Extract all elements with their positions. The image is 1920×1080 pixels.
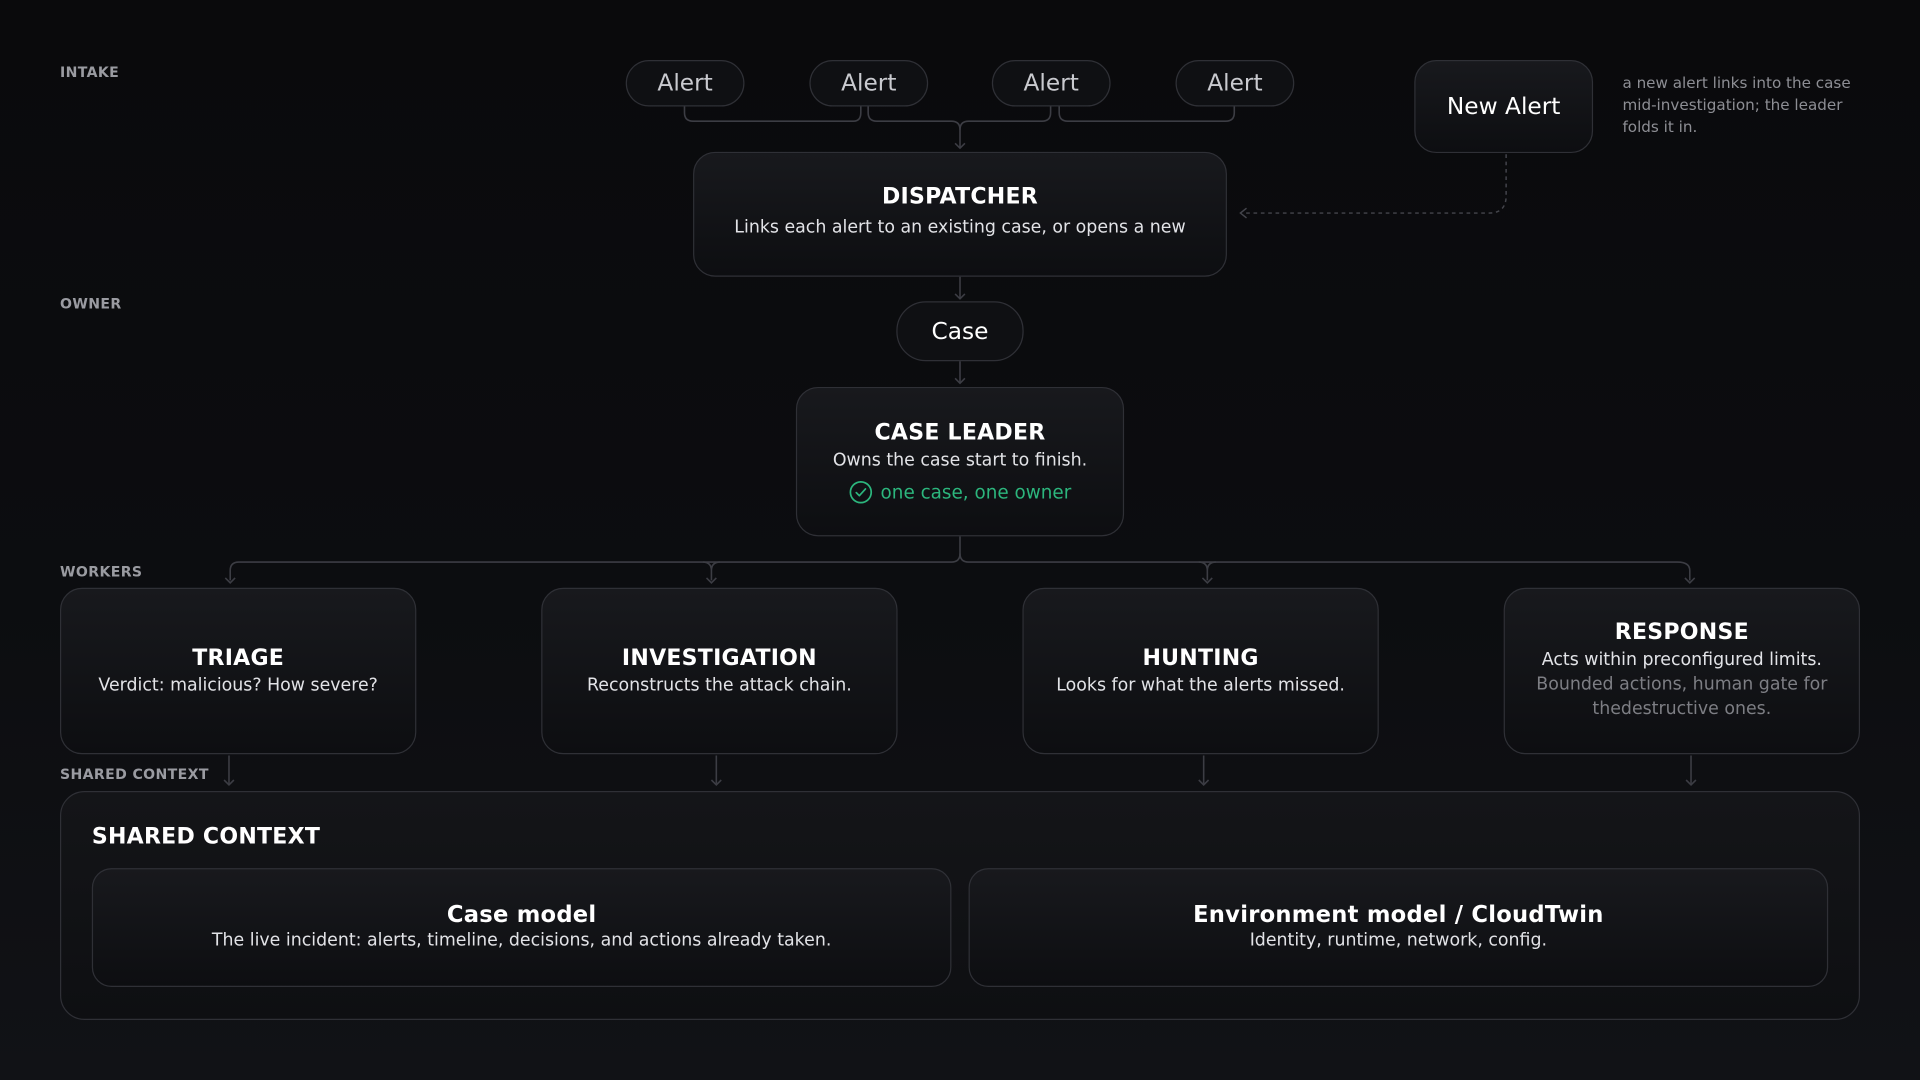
shared-context-title: SHARED CONTEXT — [91, 824, 321, 850]
investigation-desc: Reconstructs the attack chain. — [586, 675, 852, 696]
response-desc: Acts within preconfigured limits. — [1541, 650, 1822, 670]
section-label-shared-context: SHARED CONTEXT — [60, 765, 209, 783]
case-leader-box: CASE LEADER Owns the case start to finis… — [795, 386, 1125, 537]
alert-pill: Alert — [1175, 60, 1295, 107]
section-label-owner: OWNER — [60, 295, 122, 313]
case-pill: Case — [896, 301, 1024, 362]
worker-investigation-box: INVESTIGATION Reconstructs the attack ch… — [541, 587, 898, 755]
diagram-canvas: INTAKE OWNER WORKERS SHARED CONTEXT Aler… — [0, 0, 1920, 1080]
connector-to-hunting — [1198, 561, 1216, 581]
response-note: Bounded actions, human gate for thedestr… — [1536, 674, 1828, 719]
new-alert-note: a new alert links into the case mid-inve… — [1622, 73, 1851, 136]
worker-triage-box: TRIAGE Verdict: malicious? How severe? — [60, 587, 417, 755]
case-leader-badge: one case, one owner — [797, 480, 1123, 504]
dispatcher-desc: Links each alert to an existing case, or… — [734, 217, 1186, 238]
dispatcher-title: DISPATCHER — [881, 183, 1038, 210]
section-label-intake: INTAKE — [60, 63, 120, 81]
response-title: RESPONSE — [1614, 619, 1749, 646]
case-model-box: Case model The live incident: alerts, ti… — [91, 868, 952, 987]
hunting-title: HUNTING — [1142, 645, 1259, 672]
section-label-workers: WORKERS — [60, 563, 143, 581]
alert-label: Alert — [657, 69, 713, 97]
case-model-title: Case model — [446, 902, 597, 929]
new-alert-box: New Alert — [1414, 60, 1594, 154]
dispatcher-box: DISPATCHER Links each alert to an existi… — [693, 151, 1227, 277]
check-circle-icon — [849, 480, 873, 504]
environment-model-box: Environment model / CloudTwin Identity, … — [968, 868, 1829, 987]
connector-alert-2 — [867, 105, 961, 149]
worker-hunting-box: HUNTING Looks for what the alerts missed… — [1022, 587, 1379, 755]
worker-response-box: RESPONSE Acts within preconfigured limit… — [1503, 587, 1860, 755]
connector-alert-3 — [959, 105, 1052, 130]
environment-model-title: Environment model / CloudTwin — [1193, 902, 1604, 929]
environment-model-desc: Identity, runtime, network, config. — [1249, 930, 1548, 951]
triage-title: TRIAGE — [192, 645, 285, 672]
connector-leader-bus — [959, 536, 1691, 581]
investigation-title: INVESTIGATION — [621, 645, 817, 672]
case-leader-desc: Owns the case start to finish. — [832, 450, 1088, 471]
alert-label: Alert — [1207, 69, 1263, 97]
connector-new-alert-dashed — [1244, 154, 1507, 214]
case-leader-title: CASE LEADER — [874, 420, 1046, 446]
alert-label: Alert — [1023, 69, 1079, 97]
alert-pill: Alert — [991, 60, 1111, 107]
alert-pill: Alert — [809, 60, 929, 107]
new-alert-label: New Alert — [1446, 93, 1561, 120]
connector-to-investigation — [702, 561, 721, 581]
case-label: Case — [931, 317, 989, 345]
case-leader-badge-text: one case, one owner — [880, 481, 1072, 504]
triage-desc: Verdict: malicious? How severe? — [98, 675, 378, 696]
alert-pill: Alert — [625, 60, 745, 107]
connector-to-triage — [229, 553, 961, 581]
connector-alert-1 — [683, 105, 862, 123]
alert-label: Alert — [841, 69, 897, 97]
hunting-desc: Looks for what the alerts missed. — [1056, 675, 1345, 696]
connector-alert-4 — [1058, 105, 1236, 123]
case-model-desc: The live incident: alerts, timeline, dec… — [211, 930, 832, 951]
